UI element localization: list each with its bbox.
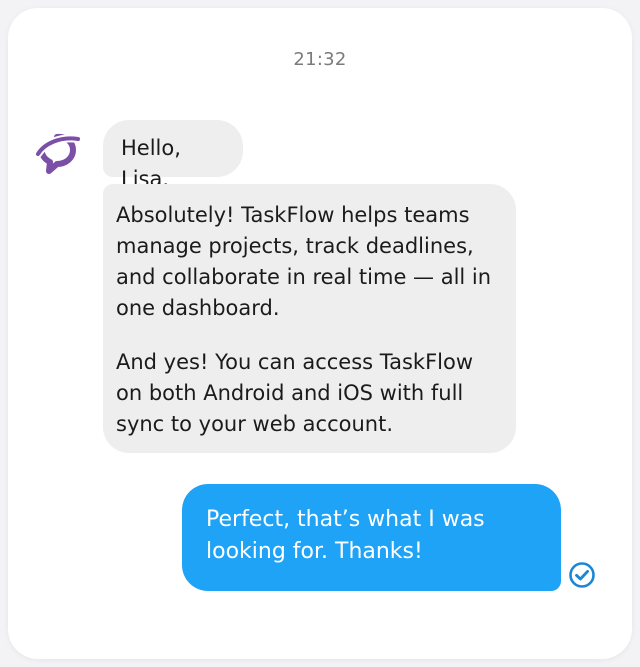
taskflow-chat-logo-icon: [34, 133, 82, 174]
read-check-icon: [569, 562, 595, 588]
bot-avatar: [32, 126, 84, 178]
bot-message-answer: Absolutely! TaskFlow helps teams manage …: [103, 184, 516, 453]
message-paragraph: Absolutely! TaskFlow helps teams manage …: [116, 203, 492, 320]
message-text: Perfect, that’s what I was looking for. …: [206, 507, 485, 564]
bot-message-greeting: Hello, Lisa.: [103, 120, 243, 191]
message-timestamp: 21:32: [293, 49, 347, 70]
message-paragraph: And yes! You can access TaskFlow on both…: [116, 350, 474, 436]
user-message: Perfect, that’s what I was looking for. …: [182, 484, 561, 591]
